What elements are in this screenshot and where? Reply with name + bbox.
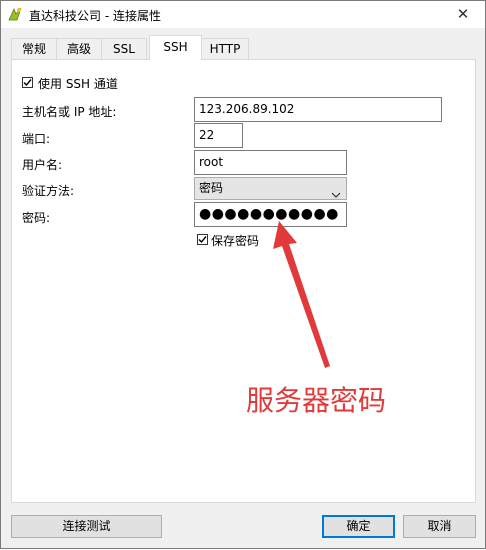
ok-button[interactable]: 确定 <box>322 515 395 538</box>
connection-properties-dialog: 直达科技公司 - 连接属性 ✕ 常规 高级 SSL SSH HTTP 使用 SS… <box>0 0 486 549</box>
test-connection-button[interactable]: 连接测试 <box>11 515 162 538</box>
cancel-button[interactable]: 取消 <box>403 515 476 538</box>
annotation-arrow <box>273 221 330 368</box>
tab-ssh[interactable]: SSH <box>149 35 202 60</box>
annotation-text: 服务器密码 <box>246 384 387 417</box>
